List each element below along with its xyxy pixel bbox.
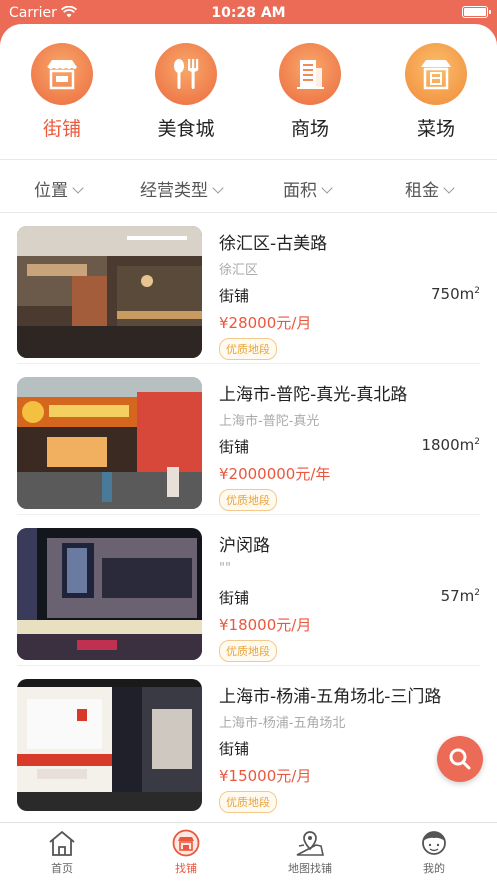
filter-location[interactable]: 位置 — [34, 176, 84, 201]
market-stall-icon — [405, 43, 467, 105]
listing-card[interactable]: 沪闵路 "" 街铺 57m2 ¥18000元/月 优质地段 — [0, 515, 497, 666]
tab-label: 地图找铺 — [288, 862, 332, 875]
tab-bar: 首页 找铺 地图找铺 我的 — [0, 822, 497, 883]
tab-label: 我的 — [423, 862, 445, 875]
listing-tag: 优质地段 — [219, 640, 277, 662]
filter-label: 租金 — [405, 181, 439, 201]
tab-find-shop[interactable]: 找铺 — [136, 829, 236, 876]
chevron-down-icon — [321, 182, 333, 194]
battery-icon — [462, 6, 488, 18]
category-street-shop[interactable]: 街铺 — [12, 43, 112, 141]
category-label: 商场 — [290, 118, 329, 140]
listing-subtitle: "" — [219, 561, 231, 576]
listing-subtitle: 上海市-杨浦-五角场北 — [219, 716, 346, 731]
listing-price: ¥18000元/月 — [219, 616, 312, 634]
listing-title: 上海市-普陀-真光-真北路 — [219, 385, 408, 405]
tab-profile[interactable]: 我的 — [384, 829, 484, 876]
filter-bar: 位置 经营类型 面积 租金 — [0, 159, 497, 213]
tab-map-find-shop[interactable]: 地图找铺 — [260, 829, 360, 876]
listing-type: 街铺 — [219, 438, 250, 456]
listing-subtitle: 上海市-普陀-真光 — [219, 414, 320, 429]
listing-tag: 优质地段 — [219, 791, 277, 813]
listing-photo — [17, 528, 202, 660]
listing-card[interactable]: 上海市-杨浦-五角场北-三门路 上海市-杨浦-五角场北 街铺 ¥15000元/月… — [0, 666, 497, 817]
filter-label: 位置 — [34, 181, 68, 201]
listing-photo — [17, 226, 202, 358]
category-mall[interactable]: 商场 — [260, 43, 360, 141]
status-time: 10:28 AM — [211, 5, 286, 21]
listing-tag: 优质地段 — [219, 489, 277, 511]
listing-type: 街铺 — [219, 740, 250, 758]
filter-label: 经营类型 — [140, 181, 208, 201]
tab-home[interactable]: 首页 — [12, 829, 112, 876]
chevron-down-icon — [443, 182, 455, 194]
map-pin-icon — [296, 831, 324, 856]
category-label: 菜场 — [416, 118, 455, 140]
filter-rent[interactable]: 租金 — [405, 176, 455, 201]
filter-label: 面积 — [283, 181, 317, 201]
filter-business-type[interactable]: 经营类型 — [140, 176, 224, 201]
category-market[interactable]: 菜场 — [386, 43, 486, 141]
listing-tag: 优质地段 — [219, 338, 277, 360]
building-icon — [279, 43, 341, 105]
home-icon — [49, 830, 75, 856]
listing-card[interactable]: 徐汇区-古美路 徐汇区 街铺 750m2 ¥28000元/月 优质地段 — [0, 213, 497, 364]
find-shop-icon — [172, 829, 200, 857]
listing-title: 上海市-杨浦-五角场北-三门路 — [219, 687, 442, 707]
storefront-icon — [31, 43, 93, 105]
listing-area: 1800m2 — [421, 436, 480, 454]
listing-card[interactable]: 上海市-普陀-真光-真北路 上海市-普陀-真光 街铺 1800m2 ¥20000… — [0, 364, 497, 515]
listing-subtitle: 徐汇区 — [219, 263, 259, 278]
listing-photo — [17, 377, 202, 509]
listing-area: 750m2 — [431, 285, 480, 303]
filter-area[interactable]: 面积 — [283, 176, 333, 201]
profile-icon — [422, 831, 446, 855]
listing-photo — [17, 679, 202, 811]
category-label: 美食城 — [157, 118, 215, 140]
battery-tip — [489, 10, 491, 14]
listing-title: 沪闵路 — [219, 536, 270, 556]
search-button[interactable] — [437, 736, 483, 782]
tab-label: 找铺 — [175, 862, 197, 875]
listing-price: ¥15000元/月 — [219, 767, 312, 785]
listing-price: ¥2000000元/年 — [219, 465, 331, 483]
tab-label: 首页 — [51, 862, 73, 875]
status-bar: Carrier 10:28 AM — [0, 0, 497, 26]
listing-type: 街铺 — [219, 287, 250, 305]
listing-area: 57m2 — [440, 587, 480, 605]
category-food-court[interactable]: 美食城 — [136, 43, 236, 141]
category-label: 街铺 — [42, 118, 81, 140]
search-icon — [449, 748, 471, 770]
listing-type: 街铺 — [219, 589, 250, 607]
listing-title: 徐汇区-古美路 — [219, 234, 328, 254]
chevron-down-icon — [212, 182, 224, 194]
listing-price: ¥28000元/月 — [219, 314, 312, 332]
chevron-down-icon — [72, 182, 84, 194]
fork-spoon-icon — [155, 43, 217, 105]
